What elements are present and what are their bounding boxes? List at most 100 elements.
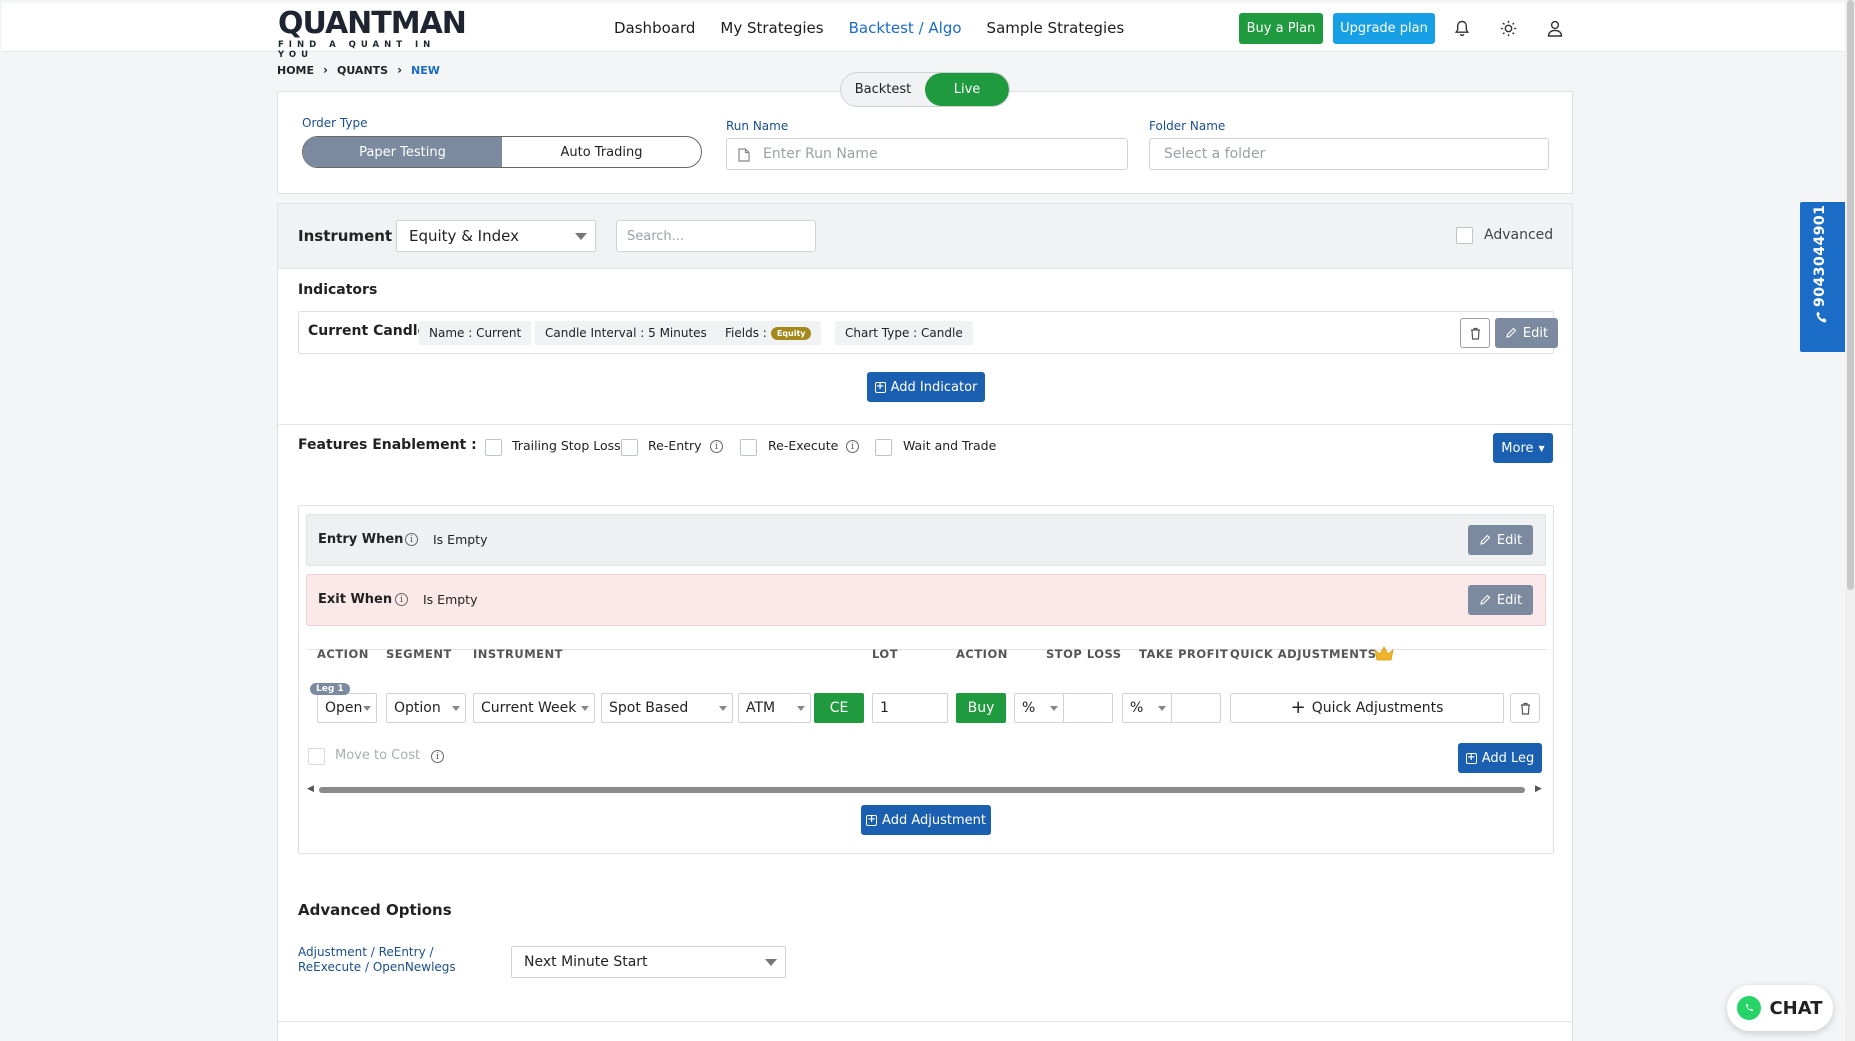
edit-entry-label: Edit — [1496, 532, 1523, 548]
mode-backtest[interactable]: Backtest — [841, 73, 925, 106]
take-profit-value-input[interactable] — [1171, 693, 1221, 723]
breadcrumb-quants[interactable]: QUANTS — [337, 64, 388, 77]
legs-card: Entry When i Is Empty Edit Exit When i I… — [298, 505, 1554, 854]
edit-exit-button[interactable]: Edit — [1468, 585, 1533, 615]
leg-action-select[interactable]: Open — [317, 693, 377, 723]
trailing-stop-loss-checkbox[interactable] — [485, 439, 502, 456]
phone-contact-tab[interactable]: 9043044901 — [1800, 202, 1845, 352]
info-icon[interactable]: i — [846, 440, 859, 453]
info-icon[interactable]: i — [395, 593, 408, 606]
stop-loss-unit-select[interactable]: % — [1014, 693, 1064, 723]
chat-label: CHAT — [1769, 997, 1823, 1019]
instrument-band: Instrument Equity & Index Search... Adva… — [278, 204, 1572, 269]
entry-when-value: Is Empty — [433, 532, 488, 547]
re-execute-checkbox[interactable] — [740, 439, 757, 456]
upgrade-plan-button[interactable]: Upgrade plan — [1333, 13, 1435, 44]
chevron-right-icon: › — [323, 63, 328, 77]
dropdown-caret-icon — [575, 233, 587, 240]
re-entry-label: Re-Entry — [648, 438, 702, 453]
leg-badge: Leg 1 — [310, 683, 350, 695]
pencil-icon — [1480, 594, 1491, 605]
folder-select[interactable]: Select a folder — [1149, 138, 1549, 170]
wait-and-trade-checkbox[interactable] — [875, 439, 892, 456]
nav-my-strategies[interactable]: My Strategies — [720, 19, 823, 37]
main-nav: Dashboard My Strategies Backtest / Algo … — [614, 19, 1124, 37]
page-scrollbar-thumb[interactable] — [1847, 0, 1854, 590]
mode-live[interactable]: Live — [925, 73, 1009, 106]
quick-adjustments-button[interactable]: + Quick Adjustments — [1230, 693, 1504, 723]
indicator-fields-label: Fields : — [725, 326, 767, 340]
add-leg-button[interactable]: + Add Leg — [1458, 743, 1542, 773]
dropdown-caret-icon — [1050, 706, 1058, 711]
run-name-input[interactable]: Enter Run Name — [726, 138, 1128, 170]
order-auto-trading[interactable]: Auto Trading — [502, 137, 701, 167]
delete-leg-button[interactable] — [1510, 693, 1540, 723]
info-icon[interactable]: i — [710, 440, 723, 453]
sun-icon[interactable] — [1498, 18, 1518, 38]
plus-square-icon: + — [866, 814, 878, 826]
bell-icon[interactable] — [1452, 18, 1472, 38]
edit-entry-button[interactable]: Edit — [1468, 525, 1533, 555]
stop-loss-value-input[interactable] — [1063, 693, 1113, 723]
folder-name-label: Folder Name — [1149, 119, 1226, 133]
indicator-name: Current Candle — [308, 323, 428, 339]
breadcrumb-home[interactable]: HOME — [277, 64, 314, 77]
add-adjustment-button[interactable]: + Add Adjustment — [861, 805, 991, 835]
scroll-left-icon[interactable]: ◀ — [307, 784, 314, 794]
buy-plan-button[interactable]: Buy a Plan — [1239, 13, 1323, 44]
indicator-chip-fields: Fields : Equity — [715, 321, 822, 345]
scroll-right-icon[interactable]: ▶ — [1535, 784, 1542, 794]
quantman-logo[interactable]: QUANTMAN FIND A QUANT IN YOU — [278, 9, 467, 61]
col-take-profit: TAKE PROFIT — [1139, 647, 1229, 661]
chat-button[interactable]: CHAT — [1727, 985, 1833, 1031]
advanced-checkbox[interactable] — [1456, 227, 1473, 244]
trash-icon — [1470, 327, 1480, 340]
leg-strike-type-select[interactable]: Spot Based — [601, 693, 733, 723]
col-side: ACTION — [956, 647, 1008, 661]
order-paper-testing[interactable]: Paper Testing — [303, 137, 502, 167]
leg-strike-value: ATM — [746, 700, 776, 716]
strategy-builder-card: Instrument Equity & Index Search... Adva… — [277, 203, 1573, 1041]
delete-indicator-button[interactable] — [1460, 318, 1490, 348]
add-indicator-button[interactable]: + Add Indicator — [867, 372, 985, 402]
info-icon[interactable]: i — [405, 533, 418, 546]
move-to-cost-checkbox[interactable] — [308, 748, 325, 765]
pencil-icon — [1506, 327, 1517, 338]
run-name-label: Run Name — [726, 119, 789, 133]
pencil-icon — [1480, 534, 1491, 545]
indicator-row: Current Candle Name : Current Candle Int… — [298, 311, 1558, 354]
advanced-options-title: Advanced Options — [298, 901, 452, 919]
leg-expiry-value: Current Week — [481, 700, 577, 716]
nav-dashboard[interactable]: Dashboard — [614, 19, 695, 37]
leg-strike-select[interactable]: ATM — [738, 693, 811, 723]
user-icon[interactable] — [1545, 18, 1565, 38]
more-dropdown-button[interactable]: More ▼ — [1493, 433, 1553, 463]
buy-sell-toggle[interactable]: Buy — [956, 693, 1006, 723]
phone-number: 9043044901 — [1812, 204, 1828, 307]
exit-when-label: Exit When — [318, 592, 393, 607]
info-icon[interactable]: i — [431, 750, 444, 763]
re-entry-checkbox[interactable] — [621, 439, 638, 456]
dropdown-caret-icon — [765, 959, 777, 966]
instrument-search-input[interactable]: Search... — [616, 220, 816, 252]
add-adjustment-label: Add Adjustment — [882, 812, 986, 828]
adjustment-timing-select[interactable]: Next Minute Start — [511, 946, 786, 978]
leg-segment-select[interactable]: Option — [386, 693, 466, 723]
option-type-ce-toggle[interactable]: CE — [814, 693, 864, 723]
leg-action-value: Open — [325, 700, 363, 716]
take-profit-unit-select[interactable]: % — [1122, 693, 1172, 723]
quick-adjustments-label: Quick Adjustments — [1311, 700, 1444, 716]
plus-square-icon: + — [1465, 752, 1477, 764]
instrument-search-placeholder: Search... — [627, 228, 685, 244]
leg-table-horizontal-scrollbar[interactable] — [319, 787, 1525, 793]
instrument-label: Instrument — [298, 227, 393, 245]
edit-indicator-button[interactable]: Edit — [1495, 318, 1558, 348]
nav-backtest-algo[interactable]: Backtest / Algo — [849, 19, 962, 37]
trailing-stop-loss-label: Trailing Stop Loss — [512, 438, 621, 453]
nav-sample-strategies[interactable]: Sample Strategies — [987, 19, 1125, 37]
leg-lot-input[interactable]: 1 — [872, 693, 948, 723]
col-lot: LOT — [872, 647, 899, 661]
leg-expiry-select[interactable]: Current Week — [473, 693, 595, 723]
equity-badge: Equity — [770, 326, 812, 340]
instrument-type-select[interactable]: Equity & Index — [396, 220, 596, 252]
